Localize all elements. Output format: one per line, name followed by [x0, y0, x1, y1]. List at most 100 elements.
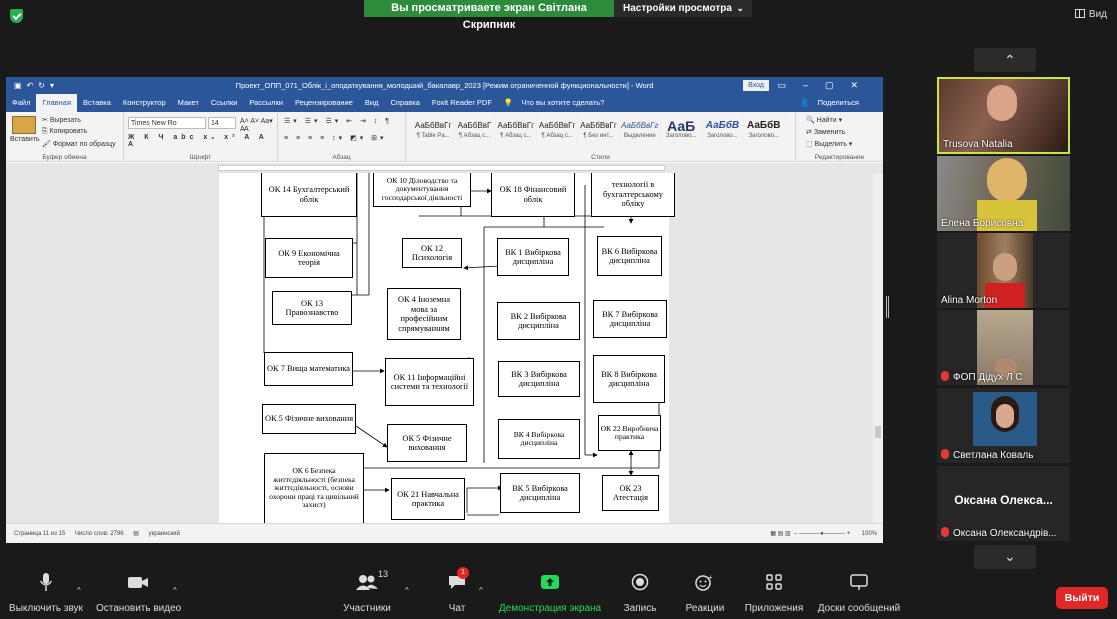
- participant-tile[interactable]: Trusova Natalia: [937, 77, 1070, 154]
- style-list-paragraph-3[interactable]: АаБбВвГг ¶ Абзац с...: [537, 116, 579, 146]
- share-banner: Вы просматриваете экран Світлана Скрипни…: [364, 0, 614, 31]
- cut-button[interactable]: ✂ Вырезать: [42, 116, 81, 124]
- paste-button[interactable]: Вставить: [10, 136, 40, 143]
- view-options-label: Настройки просмотра: [623, 3, 732, 14]
- format-painter-label: Формат по образцу: [52, 141, 116, 148]
- ok18-box: ОК 18 Фінансовий облік: [491, 173, 575, 217]
- tab-references[interactable]: Ссылки: [205, 94, 243, 112]
- style-heading-1[interactable]: АаБ Заголово...: [661, 116, 703, 146]
- record-button[interactable]: Запись: [620, 570, 660, 614]
- list-buttons[interactable]: ☰▾ ☰▾ ☰▾ ⇤ ⇥ ↕ ¶: [284, 117, 392, 125]
- style-name: ¶ Абзац с...: [541, 133, 573, 139]
- chat-options-caret[interactable]: ^: [479, 586, 483, 595]
- share-screen-label: Демонстрация экрана: [498, 603, 602, 614]
- page-count[interactable]: Страница 11 из 15: [14, 531, 65, 537]
- tab-mailings[interactable]: Рассылки: [243, 94, 289, 112]
- login-button[interactable]: Вход: [743, 80, 769, 91]
- participant-name: Оксана Олександрів...: [953, 528, 1057, 539]
- share-screen-icon: [498, 570, 602, 594]
- ok21-box: ОК 21 Навчальна практика: [391, 478, 465, 520]
- apps-button[interactable]: Приложения: [744, 570, 804, 614]
- copy-button[interactable]: ⎘ Копировать: [42, 128, 87, 136]
- replace-button[interactable]: ⇄ Заменить: [806, 128, 845, 136]
- language[interactable]: украинский: [149, 531, 180, 537]
- participant-face: [987, 85, 1017, 121]
- participant-display-name: Оксана Олекса...: [954, 493, 1053, 507]
- chat-label: Чат: [448, 603, 466, 614]
- panel-splitter[interactable]: [886, 296, 889, 318]
- leave-button[interactable]: Выйти: [1056, 587, 1108, 609]
- audio-options-caret[interactable]: ^: [77, 586, 81, 595]
- style-sample: АаБ: [667, 118, 696, 134]
- participants-options-caret[interactable]: ^: [405, 586, 409, 595]
- view-button[interactable]: Вид: [1074, 9, 1107, 20]
- paste-icon[interactable]: [12, 116, 36, 134]
- font-format-buttons[interactable]: Ж К Ч abc x₂ x² A A A: [128, 134, 277, 148]
- document-scrollbar[interactable]: [873, 173, 883, 523]
- tab-help[interactable]: Справка: [384, 94, 425, 112]
- select-button[interactable]: ⬚ Выделить ▾: [806, 140, 852, 148]
- styles-group-label: Стили: [591, 154, 610, 161]
- style-no-spacing[interactable]: АаБбВвГг ¶ Без инт...: [578, 116, 620, 146]
- mute-button[interactable]: Выключить звук: [8, 570, 84, 614]
- view-options-dropdown[interactable]: Настройки просмотра ⌄: [614, 0, 752, 17]
- participant-tile[interactable]: Светлана Коваль: [937, 388, 1070, 463]
- share-button[interactable]: 👤 Поделиться: [794, 94, 871, 112]
- video-options-caret[interactable]: ^: [173, 586, 177, 595]
- style-sample: АаБбВвГг: [621, 121, 659, 130]
- chat-button[interactable]: 1 Чат: [440, 567, 474, 614]
- whiteboard-button[interactable]: Доски сообщений: [816, 570, 902, 614]
- tab-home[interactable]: Главная: [36, 94, 77, 112]
- font-name-select[interactable]: Times New Ro: [128, 117, 206, 129]
- format-painter-button[interactable]: 🖌 Формат по образцу: [42, 140, 116, 148]
- ok13-box: ОК 13 Правознавство: [272, 291, 352, 325]
- word-count[interactable]: Число слов: 2796: [75, 531, 124, 537]
- style-heading-2[interactable]: АаБбВ Заголово...: [702, 116, 744, 146]
- participant-tile[interactable]: Елена Борисовна: [937, 156, 1070, 231]
- ok5b-box: ОК 5 Фізичне виховання: [387, 424, 467, 462]
- security-shield-icon[interactable]: [10, 9, 23, 23]
- zoom-control[interactable]: ▦ ▤ ▥ – ─────●───── + 100%: [770, 524, 877, 543]
- tab-foxit[interactable]: Foxit Reader PDF: [426, 94, 498, 112]
- horizontal-ruler[interactable]: [6, 163, 883, 173]
- share-screen-button[interactable]: Демонстрация экрана: [498, 570, 602, 614]
- style-emphasis[interactable]: АаБбВвГг Выделение: [620, 116, 661, 146]
- tab-insert[interactable]: Вставка: [77, 94, 117, 112]
- window-controls[interactable]: ▭–▢✕: [777, 77, 875, 94]
- participants-button[interactable]: 13 Участники: [342, 569, 392, 614]
- stop-video-button[interactable]: Остановить видео: [96, 570, 181, 614]
- style-heading-3[interactable]: АаБбВ Заголово...: [744, 116, 785, 146]
- spell-check-icon[interactable]: ▤: [133, 531, 139, 537]
- tab-view[interactable]: Вид: [359, 94, 385, 112]
- find-button[interactable]: 🔍 Найти ▾: [806, 116, 842, 124]
- top-bar: Вы просматриваете экран Світлана Скрипни…: [0, 0, 1117, 32]
- participant-face: [993, 253, 1017, 281]
- participant-name: ФОП Дідух Л С: [953, 372, 1023, 383]
- style-table-paragraph[interactable]: АаБбВвГг ¶ Table Pa...: [413, 116, 455, 146]
- vertical-ruler[interactable]: [6, 173, 18, 523]
- participant-face: [996, 404, 1014, 428]
- style-sample: АаБбВ: [747, 120, 781, 131]
- participant-tile[interactable]: ФОП Дідух Л С: [937, 310, 1070, 385]
- document-page[interactable]: ОК 14 Бухгалтерський облік ОК 10 Діловод…: [219, 173, 675, 523]
- tab-design[interactable]: Конструктор: [117, 94, 172, 112]
- tab-file[interactable]: Файл: [6, 94, 36, 112]
- tell-me-search[interactable]: 💡 Что вы хотите сделать?: [498, 94, 616, 112]
- style-list-paragraph-2[interactable]: АаБбВвГг ¶ Абзац с...: [496, 116, 537, 146]
- font-size-select[interactable]: 14: [208, 117, 236, 129]
- reactions-button[interactable]: + Реакции: [682, 570, 728, 614]
- style-sample: АаБбВвГг: [414, 121, 452, 130]
- style-list-paragraph-1[interactable]: АаБбВвГ ¶ Абзац с...: [454, 116, 496, 146]
- participant-tile[interactable]: Оксана Олекса... Оксана Олександрів...: [937, 466, 1070, 541]
- ribbon-tabs: Файл Главная Вставка Конструктор Макет Ссылки…: [6, 94, 883, 112]
- ok11-box: ОК 11 Інформаційні системи та технології: [385, 358, 474, 406]
- document-area[interactable]: ОК 14 Бухгалтерський облік ОК 10 Діловод…: [18, 173, 873, 523]
- participant-tile[interactable]: Alina Morton: [937, 233, 1070, 308]
- font-grow-shrink[interactable]: A˄ A˅ Aa▾ Ꜳ: [240, 117, 277, 133]
- align-buttons[interactable]: ≡ ≡ ≡ ≡ ↕▾ ◩▾ ⊞▾: [284, 134, 387, 142]
- scrollbar-thumb[interactable]: [875, 426, 881, 438]
- muted-mic-icon: [941, 371, 949, 381]
- tab-layout[interactable]: Макет: [172, 94, 205, 112]
- tab-review[interactable]: Рецензирование: [289, 94, 359, 112]
- word-status-bar: Страница 11 из 15 Число слов: 2796 ▤ укр…: [6, 523, 883, 543]
